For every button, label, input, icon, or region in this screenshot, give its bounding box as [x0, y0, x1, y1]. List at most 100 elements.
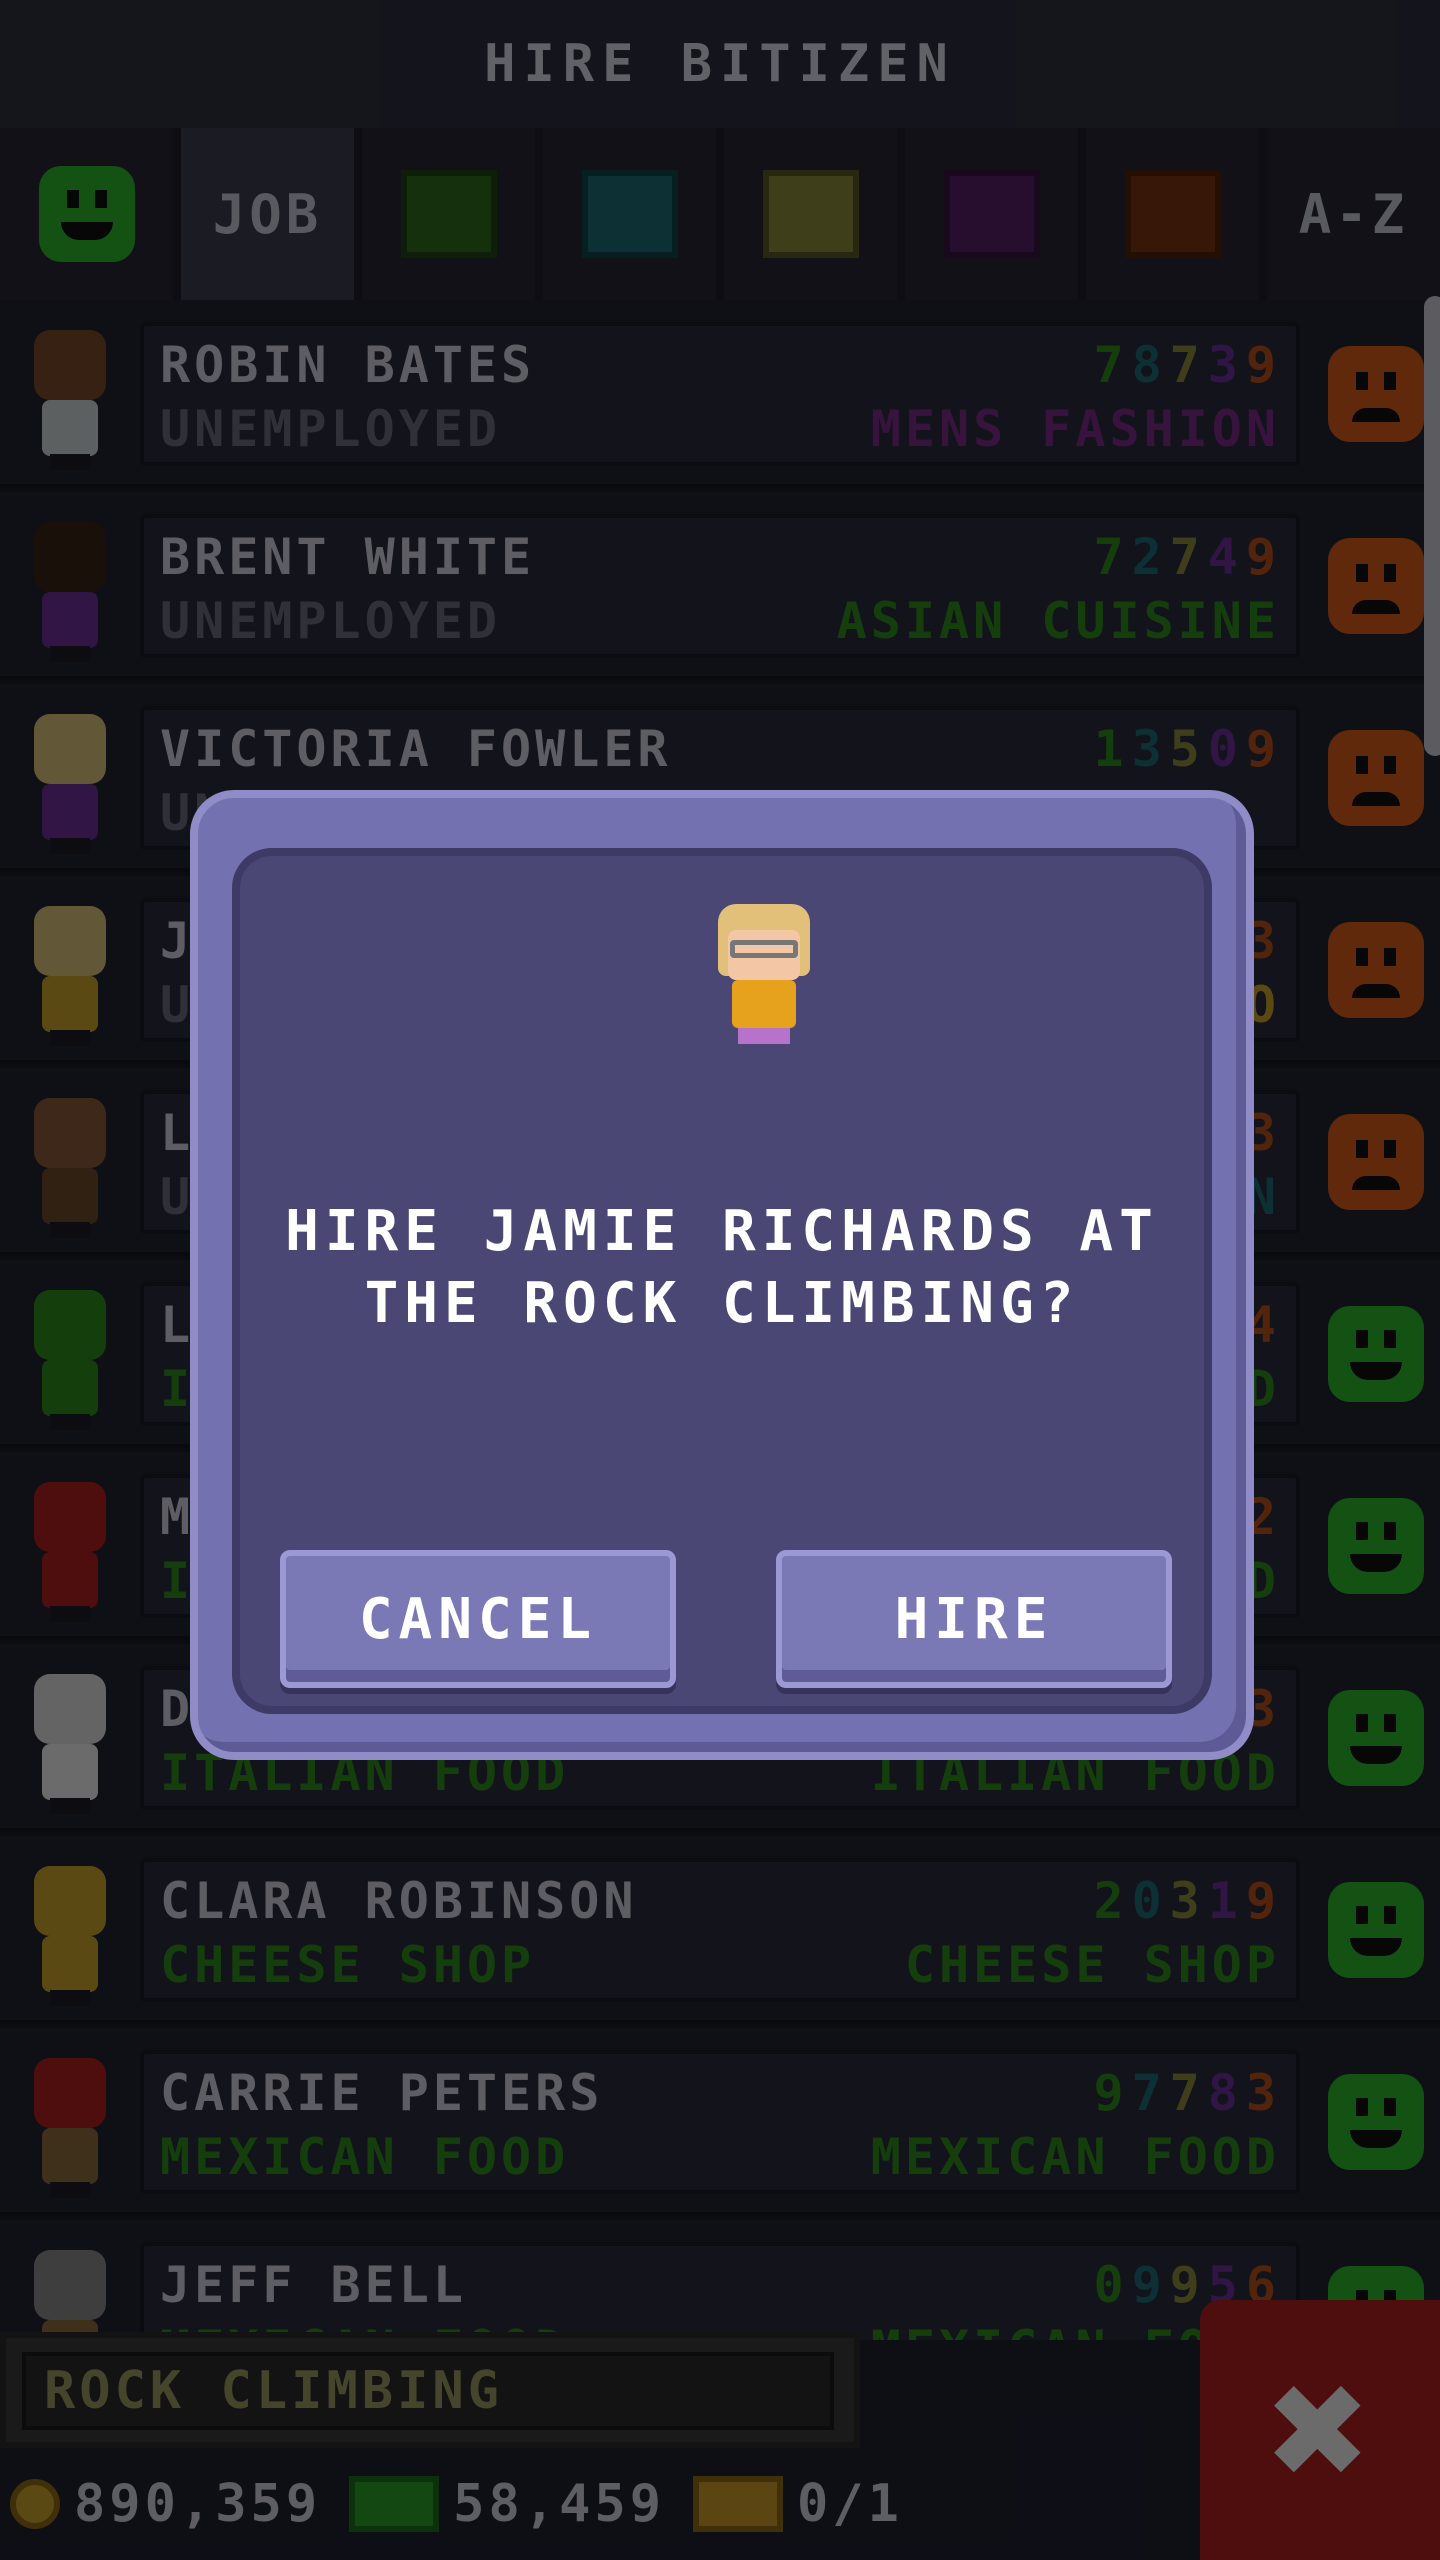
scrollbar[interactable]: [1424, 296, 1440, 756]
bitizen-name: D: [160, 1680, 195, 1738]
coins-value: 890,359: [74, 2474, 322, 2534]
bitizen-row[interactable]: CARRIE PETERS MEXICAN FOOD 9 7 7 8 3 MEXICAN FO…: [0, 2028, 1440, 2216]
bitizen-row[interactable]: ROBIN BATES UNEMPLOYED 7 8 7 3 9 MENS FASHION: [0, 300, 1440, 488]
bitizen-avatar: [22, 1674, 118, 1814]
skill-ratings: 72749: [1093, 528, 1280, 586]
skill-value: 9: [1131, 2256, 1166, 2314]
skill-ratings: 78739: [1093, 336, 1280, 394]
unhappy-face-icon: [1328, 346, 1424, 442]
tab-category-3[interactable]: [543, 128, 716, 300]
skill-value: 8: [1207, 2064, 1242, 2122]
skill-value: 0: [1093, 2256, 1128, 2314]
tab-job[interactable]: JOB: [181, 128, 354, 300]
skill-value: 9: [1245, 336, 1280, 394]
category-swatch: [943, 170, 1040, 258]
bitizen-avatar: [22, 1290, 118, 1430]
bitizen-name: CLARA ROBINSON: [160, 1872, 638, 1930]
unhappy-face-icon: [1328, 538, 1424, 634]
bitizen-avatar: [22, 1866, 118, 2006]
skill-value: 7: [1169, 528, 1204, 586]
happy-face-icon: [1328, 2074, 1424, 2170]
skill-value: 9: [1093, 2064, 1128, 2122]
mood-indicator: [1328, 1498, 1424, 1594]
business-label-box: ROCK CLIMBING: [0, 2332, 860, 2448]
mood-indicator: [1328, 1114, 1424, 1210]
bitizen-avatar: [22, 1098, 118, 1238]
coin-icon: [10, 2479, 60, 2529]
bitizen-job: MEXICAN FOOD: [160, 2128, 570, 2186]
hire-button[interactable]: HIRE: [776, 1550, 1172, 1688]
skill-value: 1: [1093, 720, 1128, 778]
bitizen-name: L: [160, 1104, 195, 1162]
vip-stat: 0/1: [693, 2474, 903, 2534]
mood-indicator: [1328, 1690, 1424, 1786]
bitizen-avatar: [22, 1482, 118, 1622]
skill-ratings: 13509: [1093, 720, 1280, 778]
cancel-button[interactable]: CANCEL: [280, 1550, 676, 1688]
bitizen-row[interactable]: BRENT WHITE UNEMPLOYED 7 2 7 4 9 ASIAN CUISINE: [0, 492, 1440, 680]
bitizen-job: U: [160, 1168, 195, 1226]
skill-value: 7: [1093, 528, 1128, 586]
tab-label: A-Z: [1298, 182, 1409, 246]
bitizen-name: CARRIE PETERS: [160, 2064, 604, 2122]
dream-job: MEXICAN FOOD: [870, 2128, 1280, 2186]
happy-face-icon: [1328, 1306, 1424, 1402]
skill-value: 3: [1169, 1872, 1204, 1930]
unhappy-face-icon: [1328, 1114, 1424, 1210]
bitizen-avatar: [22, 330, 118, 470]
bux-stat: 58,459: [349, 2474, 665, 2534]
bitizen-avatar: [22, 2058, 118, 2198]
skill-value: 3: [1207, 336, 1242, 394]
skill-value: 7: [1169, 2064, 1204, 2122]
bitizen-card: ROBIN BATES UNEMPLOYED 7 8 7 3 9 MENS FASHION: [140, 322, 1300, 466]
happy-face-icon: [1328, 1690, 1424, 1786]
bitizen-card: CLARA ROBINSON CHEESE SHOP 2 0 3 1 9 CHEESE SHO…: [140, 1858, 1300, 2002]
category-swatch: [1124, 170, 1221, 258]
mood-indicator: [1328, 538, 1424, 634]
bitizen-avatar: [22, 2250, 118, 2340]
bux-value: 58,459: [453, 2474, 665, 2534]
skill-value: 2: [1093, 1872, 1128, 1930]
dream-job: MENS FASHION: [870, 400, 1280, 458]
close-button[interactable]: ✖: [1200, 2300, 1440, 2560]
skill-value: 4: [1207, 528, 1242, 586]
skill-value: 9: [1169, 2256, 1204, 2314]
bitizen-name: VICTORIA FOWLER: [160, 720, 672, 778]
skill-value: 9: [1245, 528, 1280, 586]
bitizen-name: BRENT WHITE: [160, 528, 536, 586]
skill-ratings: 97783: [1093, 2064, 1280, 2122]
bux-icon: [349, 2476, 440, 2532]
mood-indicator: [1328, 346, 1424, 442]
bitizen-card: BRENT WHITE UNEMPLOYED 7 2 7 4 9 ASIAN CUISINE: [140, 514, 1300, 658]
tab-category-2[interactable]: [362, 128, 535, 300]
bitizen-row[interactable]: CLARA ROBINSON CHEESE SHOP 2 0 3 1 9 CHEESE SHO…: [0, 1836, 1440, 2024]
smiley-icon: [38, 166, 135, 262]
skill-value: 9: [1245, 1872, 1280, 1930]
hire-question: HIRE JAMIE RICHARDS AT THE ROCK CLIMBING…: [285, 1199, 1159, 1336]
tab-mood[interactable]: [0, 128, 173, 300]
mood-indicator: [1328, 730, 1424, 826]
bitizen-job: CHEESE SHOP: [160, 1936, 536, 1994]
skill-value: 7: [1169, 336, 1204, 394]
skill-value: 3: [1131, 720, 1166, 778]
bitizen-name: ROBIN BATES: [160, 336, 536, 394]
currency-bar: 890,359 58,459 0/1: [0, 2448, 1200, 2560]
tab-label: JOB: [212, 182, 323, 246]
mood-indicator: [1328, 1306, 1424, 1402]
mood-indicator: [1328, 2074, 1424, 2170]
filter-tabs: JOB A-Z: [0, 128, 1440, 300]
skill-value: 9: [1245, 720, 1280, 778]
mood-indicator: [1328, 922, 1424, 1018]
happy-face-icon: [1328, 1498, 1424, 1594]
tab-az[interactable]: A-Z: [1267, 128, 1440, 300]
vip-value: 0/1: [797, 2474, 903, 2534]
bitizen-job: UNEMPLOYED: [160, 400, 502, 458]
vip-ticket-icon: [693, 2476, 783, 2532]
tab-category-5[interactable]: [905, 128, 1078, 300]
skill-value: 0: [1207, 720, 1242, 778]
tab-category-4[interactable]: [724, 128, 897, 300]
skill-value: 7: [1131, 2064, 1166, 2122]
bitizen-card: JEFF BELLMEXICAN FOOD09956MEXICAN FOOD: [140, 2242, 1300, 2340]
bitizen-portrait: [708, 904, 820, 1044]
tab-category-6[interactable]: [1086, 128, 1259, 300]
